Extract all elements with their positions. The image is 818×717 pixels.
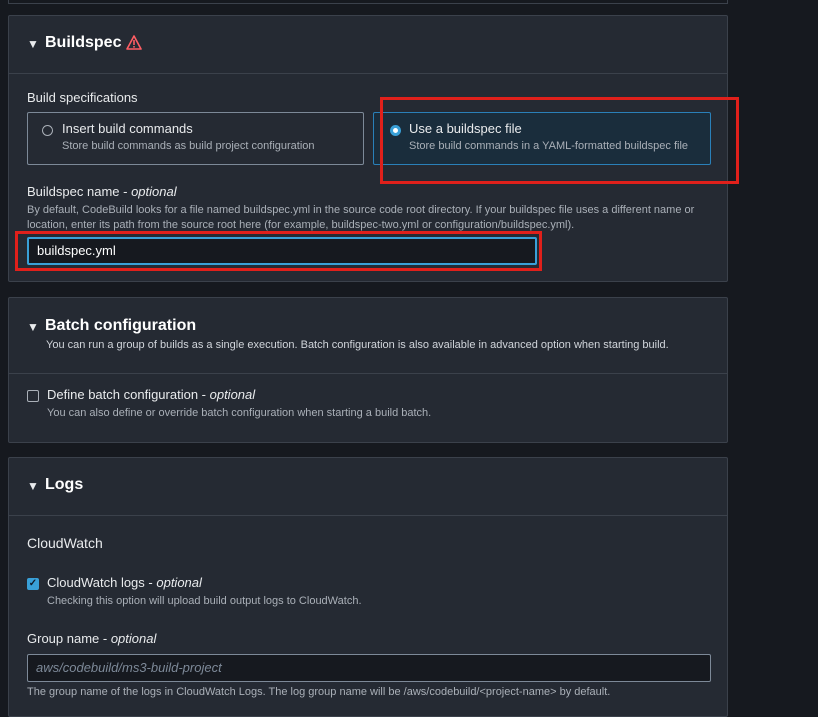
cloudwatch-logs-checkbox[interactable]: ✓ (27, 578, 39, 590)
group-name-input[interactable]: aws/codebuild/ms3-build-project (27, 654, 711, 682)
buildspec-name-text: Buildspec name (27, 184, 120, 199)
batch-config-panel: ▼ Batch configuration You can run a grou… (8, 297, 728, 443)
define-batch-label: Define batch configuration - optional (47, 387, 256, 402)
buildspec-panel: ▼ Buildspec Build specifications Insert … (8, 15, 728, 282)
logs-title: Logs (45, 476, 84, 493)
group-name-optional: optional (110, 631, 157, 646)
insert-build-commands-tile[interactable]: Insert build commands Store build comman… (27, 112, 364, 165)
cloudwatch-logs-desc: Checking this option will upload build o… (47, 595, 362, 607)
caret-down-icon[interactable]: ▼ (27, 37, 39, 51)
group-name-label: Group name - optional (27, 631, 157, 646)
buildspec-name-label: Buildspec name - optional (27, 184, 177, 199)
caret-down-icon[interactable]: ▼ (27, 320, 39, 334)
group-name-text: Group name (27, 631, 100, 646)
cloudwatch-logs-label: CloudWatch logs - optional (47, 575, 202, 590)
cloudwatch-heading: CloudWatch (27, 535, 103, 551)
buildspec-name-desc-1: By default, CodeBuild looks for a file n… (27, 204, 695, 216)
buildspec-title: Buildspec (45, 34, 122, 51)
warning-icon (126, 35, 142, 55)
build-specifications-label: Build specifications (27, 90, 138, 105)
buildspec-header[interactable]: ▼ Buildspec (9, 16, 727, 74)
insert-commands-label: Insert build commands (62, 121, 193, 136)
use-buildspec-radio[interactable] (390, 125, 401, 136)
buildspec-name-desc-2: location, enter its path from the source… (27, 219, 575, 231)
previous-panel-edge (8, 0, 728, 4)
group-name-desc: The group name of the logs in CloudWatch… (27, 686, 611, 698)
caret-down-icon[interactable]: ▼ (27, 479, 39, 493)
define-batch-text: Define batch configuration (47, 387, 199, 402)
insert-commands-radio[interactable] (42, 125, 53, 136)
insert-commands-desc: Store build commands as build project co… (62, 140, 315, 152)
use-buildspec-file-tile[interactable]: Use a buildspec file Store build command… (373, 112, 711, 165)
logs-header[interactable]: ▼ Logs (9, 458, 727, 516)
use-buildspec-label: Use a buildspec file (409, 121, 522, 136)
define-batch-checkbox[interactable] (27, 390, 39, 402)
cloudwatch-logs-optional: optional (156, 575, 202, 590)
batch-config-title: Batch configuration (45, 317, 197, 334)
define-batch-desc: You can also define or override batch co… (47, 407, 432, 419)
batch-config-header[interactable]: ▼ Batch configuration You can run a grou… (9, 298, 727, 374)
use-buildspec-desc: Store build commands in a YAML-formatted… (409, 140, 689, 152)
batch-config-subtitle: You can run a group of builds as a singl… (46, 339, 669, 351)
logs-panel: ▼ Logs CloudWatch ✓ CloudWatch logs - op… (8, 457, 728, 717)
define-batch-optional: optional (209, 387, 256, 402)
buildspec-name-input[interactable]: buildspec.yml (27, 237, 537, 265)
buildspec-name-optional: optional (131, 184, 177, 199)
cloudwatch-logs-text: CloudWatch logs (47, 575, 145, 590)
